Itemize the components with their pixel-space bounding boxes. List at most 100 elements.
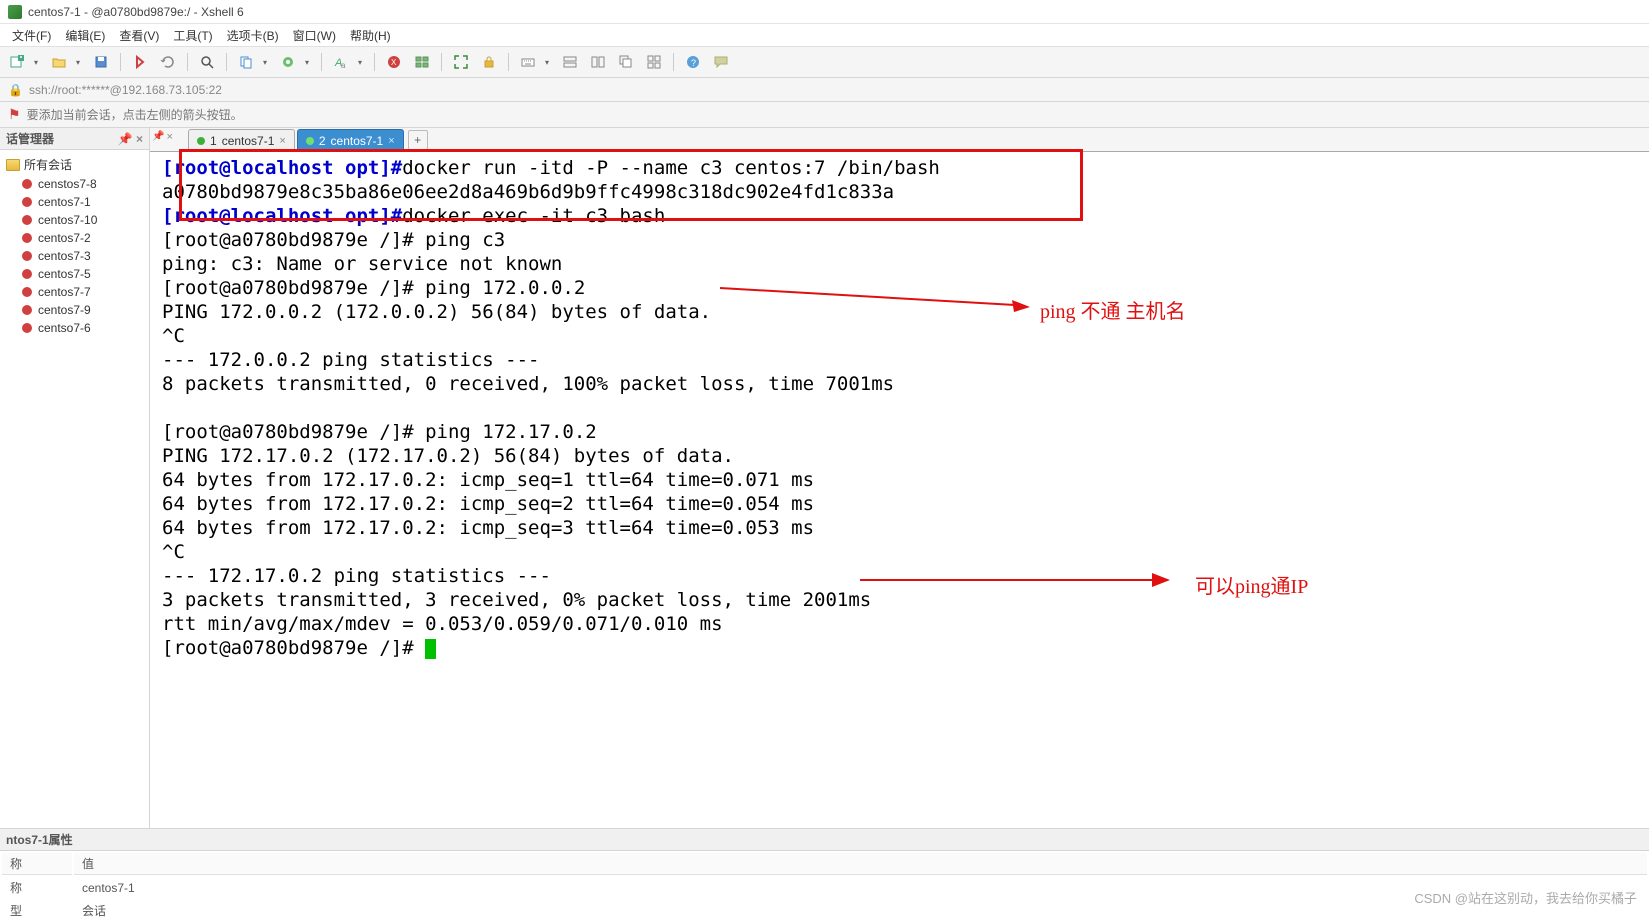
tab-1[interactable]: 1 centos7-1 × [188,129,295,151]
session-icon [20,213,34,227]
properties-panel: ntos7-1属性 称值 称centos7-1 型会话 [0,828,1649,913]
session-icon [20,321,34,335]
prop-key: 型 [2,900,72,921]
xshell-icon[interactable]: X [383,51,405,73]
session-item[interactable]: censtos7-8 [2,175,147,193]
annotation-text: 可以ping通IP [1195,570,1308,599]
save-icon[interactable] [90,51,112,73]
close-icon[interactable]: × [279,135,285,147]
hint-text: 要添加当前会话，点击左侧的箭头按钮。 [27,106,243,123]
dropdown-icon[interactable]: ▾ [263,58,271,67]
pin-icon[interactable]: 📌 [152,131,164,143]
prop-value: centos7-1 [74,877,1647,898]
session-item[interactable]: centos7-3 [2,247,147,265]
fullscreen-icon[interactable] [450,51,472,73]
watermark: CSDN @站在这别动，我去给你买橘子 [1414,888,1637,907]
sidebar-title: 话管理器 [6,130,54,147]
session-item[interactable]: centos7-7 [2,283,147,301]
session-item[interactable]: centos7-5 [2,265,147,283]
status-dot-icon [197,137,205,145]
session-label: centos7-2 [38,231,91,245]
session-icon [20,303,34,317]
svg-text:X: X [391,58,397,67]
copy-icon[interactable] [235,51,257,73]
dropdown-icon[interactable]: ▾ [76,58,84,67]
session-tree: 所有会话 censtos7-8 centos7-1 centos7-10 cen… [0,150,149,341]
arrow-icon [860,560,1170,600]
cursor [425,639,436,659]
menubar: 文件(F) 编辑(E) 查看(V) 工具(T) 选项卡(B) 窗口(W) 帮助(… [0,24,1649,46]
menu-window[interactable]: 窗口(W) [287,25,342,46]
session-icon [20,285,34,299]
dropdown-icon[interactable]: ▾ [545,58,553,67]
address-url[interactable]: ssh://root:******@192.168.73.105:22 [29,83,222,97]
session-label: censtos7-8 [38,177,97,191]
session-label: centos7-10 [38,213,97,227]
chat-icon[interactable] [710,51,732,73]
tab-label: centos7-1 [331,134,384,148]
properties-table: 称值 称centos7-1 型会话 [0,851,1649,923]
add-tab-button[interactable]: + [408,130,428,150]
session-icon [20,195,34,209]
session-label: centos7-1 [38,195,91,209]
menu-tools[interactable]: 工具(T) [167,25,218,46]
dropdown-icon[interactable]: ▾ [358,58,366,67]
tree-root[interactable]: 所有会话 [2,154,147,175]
connect-icon[interactable] [129,51,151,73]
root-label: 所有会话 [24,156,72,173]
prop-value: 会话 [74,900,1647,921]
arrow-icon [720,280,1030,320]
tile-v-icon[interactable] [587,51,609,73]
session-item[interactable]: centos7-9 [2,301,147,319]
tab-2[interactable]: 2 centos7-1 × [297,129,404,151]
session-item[interactable]: centso7-6 [2,319,147,337]
menu-tab[interactable]: 选项卡(B) [221,25,285,46]
menu-edit[interactable]: 编辑(E) [59,25,111,46]
flag-icon: ⚑ [8,106,21,123]
lock-icon: 🔒 [8,83,23,97]
open-icon[interactable] [48,51,70,73]
close-icon[interactable]: × [166,131,172,143]
keyboard-icon[interactable] [517,51,539,73]
session-icon [20,249,34,263]
tab-label: centos7-1 [222,134,275,148]
session-icon [20,231,34,245]
session-label: centso7-6 [38,321,91,335]
col-value: 值 [74,853,1647,875]
dropdown-icon[interactable]: ▾ [305,58,313,67]
session-label: centos7-9 [38,303,91,317]
menu-file[interactable]: 文件(F) [6,25,57,46]
help-icon[interactable]: ? [682,51,704,73]
lock-icon[interactable] [478,51,500,73]
font-icon[interactable]: Aa [330,51,352,73]
properties-title: ntos7-1属性 [0,829,1649,851]
window-title: centos7-1 - @a0780bd9879e:/ - Xshell 6 [28,5,244,19]
dropdown-icon[interactable]: ▾ [34,58,42,67]
new-tab-icon[interactable] [6,51,28,73]
terminal[interactable]: 🔍 [root@localhost opt]#docker run -itd -… [150,152,1649,828]
hintbar: ⚑ 要添加当前会话，点击左侧的箭头按钮。 [0,102,1649,128]
session-label: centos7-7 [38,285,91,299]
session-item[interactable]: centos7-1 [2,193,147,211]
tile-h-icon[interactable] [559,51,581,73]
content: 📌 × 1 centos7-1 × 2 centos7-1 × + [150,128,1649,828]
sessions-icon[interactable] [411,51,433,73]
col-name: 称 [2,853,72,875]
menu-view[interactable]: 查看(V) [113,25,165,46]
folder-icon [6,159,20,171]
annotation-text: ping 不通 主机名 [1040,295,1186,324]
menu-help[interactable]: 帮助(H) [344,25,397,46]
paste-icon[interactable] [277,51,299,73]
close-icon[interactable]: × [388,135,394,147]
search-icon[interactable] [196,51,218,73]
toolbar: ▾ ▾ ▾ ▾ Aa ▾ X ▾ ? [0,46,1649,78]
pin-icon[interactable]: 📌 × [118,132,143,146]
cascade-icon[interactable] [615,51,637,73]
sidebar-header: 话管理器 📌 × [0,128,149,150]
tab-num: 2 [319,134,326,148]
session-item[interactable]: centos7-2 [2,229,147,247]
tile-icon[interactable] [643,51,665,73]
addressbar: 🔒 ssh://root:******@192.168.73.105:22 [0,78,1649,102]
session-item[interactable]: centos7-10 [2,211,147,229]
reconnect-icon[interactable] [157,51,179,73]
